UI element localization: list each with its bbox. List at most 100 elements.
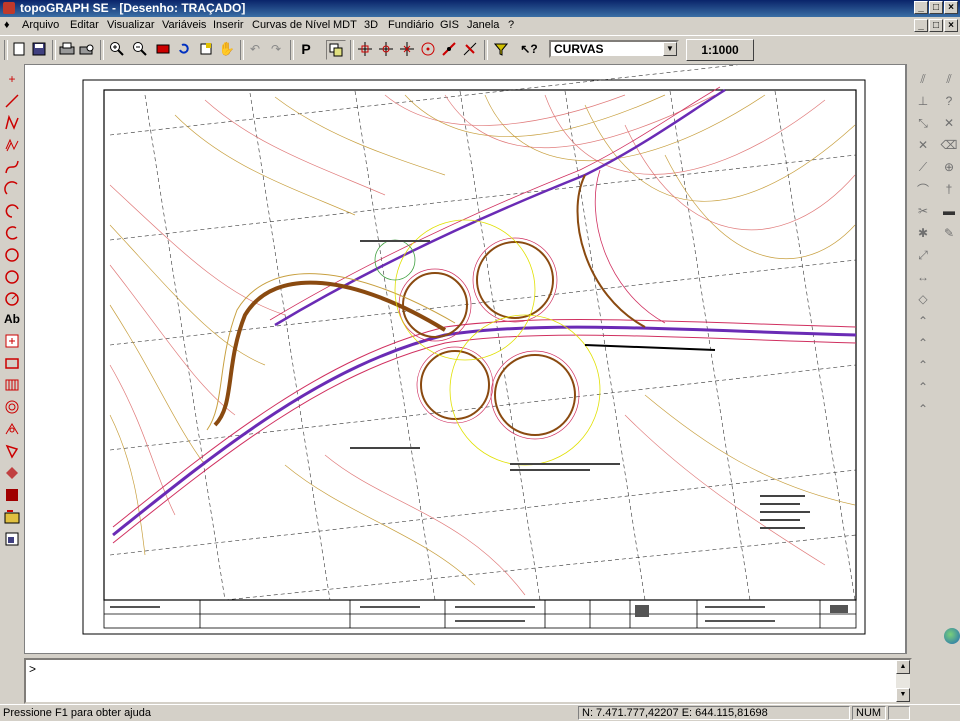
- solid-fill-icon[interactable]: [3, 486, 21, 504]
- close-button[interactable]: ×: [944, 1, 958, 14]
- fill-shape-icon[interactable]: [3, 464, 21, 482]
- vertex-tool-icon[interactable]: ◇: [914, 290, 932, 308]
- print-icon[interactable]: [58, 40, 76, 58]
- scroll-up-icon[interactable]: ▲: [896, 660, 910, 674]
- menu-visualizar[interactable]: Visualizar: [107, 19, 155, 31]
- thick-line-tool-icon[interactable]: ▬: [940, 202, 958, 220]
- menu-help[interactable]: ?: [508, 19, 514, 31]
- command-scrollbar[interactable]: ▲ ▼: [896, 660, 910, 702]
- undo-icon[interactable]: ↶: [246, 40, 264, 58]
- split-tool-icon[interactable]: ✂: [914, 202, 932, 220]
- polygon-tool-icon[interactable]: [3, 442, 21, 460]
- zoom-extents-icon[interactable]: [197, 40, 215, 58]
- profile-4-tool-icon[interactable]: ⌃: [914, 378, 932, 396]
- zoom-out-icon[interactable]: [131, 40, 149, 58]
- image-tool-icon[interactable]: [3, 508, 21, 526]
- spline-tool-icon[interactable]: [3, 158, 21, 176]
- text-tool-icon[interactable]: Ab: [3, 310, 21, 328]
- right-toolbox: ⫽ ⊥ ⤡ ✕ ⟋ ⌒ ✂ ✱ ⤢ ↔ ◇ ⌃ ⌃ ⌃ ⌃ ⌃: [906, 64, 939, 654]
- scale-tool-icon[interactable]: ⤢: [914, 246, 932, 264]
- line-tool-icon[interactable]: [3, 92, 21, 110]
- pin-tool-icon[interactable]: ⊕: [940, 158, 958, 176]
- measure-tool-icon[interactable]: ↔: [914, 268, 932, 286]
- chevron-down-icon[interactable]: ▼: [663, 42, 677, 56]
- parallel-tool-icon[interactable]: ⫽: [914, 70, 932, 88]
- insert-block-icon[interactable]: [3, 332, 21, 350]
- menu-janela[interactable]: Janela: [467, 19, 499, 31]
- layers-icon[interactable]: [326, 40, 346, 60]
- rectangle-tool-icon[interactable]: [3, 354, 21, 372]
- attribute-tool-icon[interactable]: [3, 530, 21, 548]
- coordinates-readout: N: 7.471.777,42207 E: 644.115,81698: [578, 706, 850, 720]
- circle-tool-icon[interactable]: [3, 246, 21, 264]
- perpendicular-tool-icon[interactable]: ⊥: [914, 92, 932, 110]
- polyline-tool-icon[interactable]: [3, 114, 21, 132]
- save-icon[interactable]: [30, 40, 48, 58]
- layer-select-value: CURVAS: [554, 42, 604, 56]
- multi-line-tool-icon[interactable]: [3, 136, 21, 154]
- spiral-tool-icon[interactable]: [3, 398, 21, 416]
- scroll-down-icon[interactable]: ▼: [896, 688, 910, 702]
- layer-select[interactable]: CURVAS ▼: [549, 40, 679, 58]
- refresh-icon[interactable]: [175, 40, 193, 58]
- menu-curvas-de-nivel[interactable]: Curvas de Nível: [252, 19, 330, 31]
- menu-fundiario[interactable]: Fundiário: [388, 19, 434, 31]
- drawing-canvas[interactable]: [24, 64, 906, 654]
- help-icon[interactable]: ?: [940, 92, 958, 110]
- menu-3d[interactable]: 3D: [364, 19, 378, 31]
- snap-midpoint-icon[interactable]: [377, 40, 395, 58]
- extend-tool-icon[interactable]: ⟋: [914, 158, 932, 176]
- menu-mdt[interactable]: MDT: [333, 19, 357, 31]
- menu-editar[interactable]: Editar: [70, 19, 99, 31]
- tangent-tool-icon[interactable]: ⫽: [940, 70, 958, 88]
- globe-icon[interactable]: [944, 628, 960, 644]
- snap-endpoint-icon[interactable]: [356, 40, 374, 58]
- arc-3pt-tool-icon[interactable]: [3, 202, 21, 220]
- anchor-tool-icon[interactable]: †: [940, 180, 958, 198]
- menu-inserir[interactable]: Inserir: [213, 19, 244, 31]
- profile-2-tool-icon[interactable]: ⌃: [914, 334, 932, 352]
- doc-restore-button[interactable]: □: [929, 19, 943, 32]
- circle-radius-tool-icon[interactable]: [3, 290, 21, 308]
- intersect-tool-icon[interactable]: ✕: [914, 136, 932, 154]
- dimension-tool-icon[interactable]: [3, 420, 21, 438]
- zoom-in-icon[interactable]: [108, 40, 126, 58]
- eraser-tool-icon[interactable]: ⌫: [940, 136, 958, 154]
- circle-2pt-tool-icon[interactable]: [3, 268, 21, 286]
- filter-icon[interactable]: [492, 40, 510, 58]
- snap-nearest-icon[interactable]: [461, 40, 479, 58]
- app-icon[interactable]: [3, 2, 15, 14]
- doc-close-button[interactable]: ×: [944, 19, 958, 32]
- scale-button[interactable]: 1:1000: [686, 39, 754, 61]
- snap-center-icon[interactable]: [419, 40, 437, 58]
- fillet-tool-icon[interactable]: ⌒: [914, 180, 932, 198]
- help-pointer-icon[interactable]: ↖?: [520, 40, 538, 58]
- maximize-button[interactable]: □: [929, 1, 943, 14]
- point-tool-icon[interactable]: +: [3, 70, 21, 88]
- pencil-tool-icon[interactable]: ✎: [940, 224, 958, 242]
- zoom-window-icon[interactable]: [154, 40, 172, 58]
- arc-center-tool-icon[interactable]: [3, 224, 21, 242]
- menu-gis[interactable]: GIS: [440, 19, 459, 31]
- profile-tool-icon[interactable]: ⌃: [914, 312, 932, 330]
- menu-arquivo[interactable]: Arquivo: [22, 19, 59, 31]
- snap-intersection-icon[interactable]: [398, 40, 416, 58]
- redo-icon[interactable]: ↷: [267, 40, 285, 58]
- doc-minimize-button[interactable]: _: [914, 19, 928, 32]
- hatch-tool-icon[interactable]: [3, 376, 21, 394]
- arc-tool-icon[interactable]: [3, 180, 21, 198]
- menu-variaveis[interactable]: Variáveis: [162, 19, 206, 31]
- new-icon[interactable]: [10, 40, 28, 58]
- print-preview-icon[interactable]: [78, 40, 96, 58]
- command-line[interactable]: > ▲ ▼: [24, 658, 912, 704]
- snap-perpendicular-icon[interactable]: [440, 40, 458, 58]
- profile-3-tool-icon[interactable]: ⌃: [914, 356, 932, 374]
- properties-icon[interactable]: P: [297, 40, 315, 58]
- doc-icon[interactable]: ♦: [4, 19, 10, 31]
- offset-tool-icon[interactable]: ⤡: [914, 114, 932, 132]
- minimize-button[interactable]: _: [914, 1, 928, 14]
- explode-tool-icon[interactable]: ✱: [914, 224, 932, 242]
- pan-icon[interactable]: ✋: [218, 40, 236, 58]
- profile-5-tool-icon[interactable]: ⌃: [914, 400, 932, 418]
- delete-tool-icon[interactable]: ✕: [940, 114, 958, 132]
